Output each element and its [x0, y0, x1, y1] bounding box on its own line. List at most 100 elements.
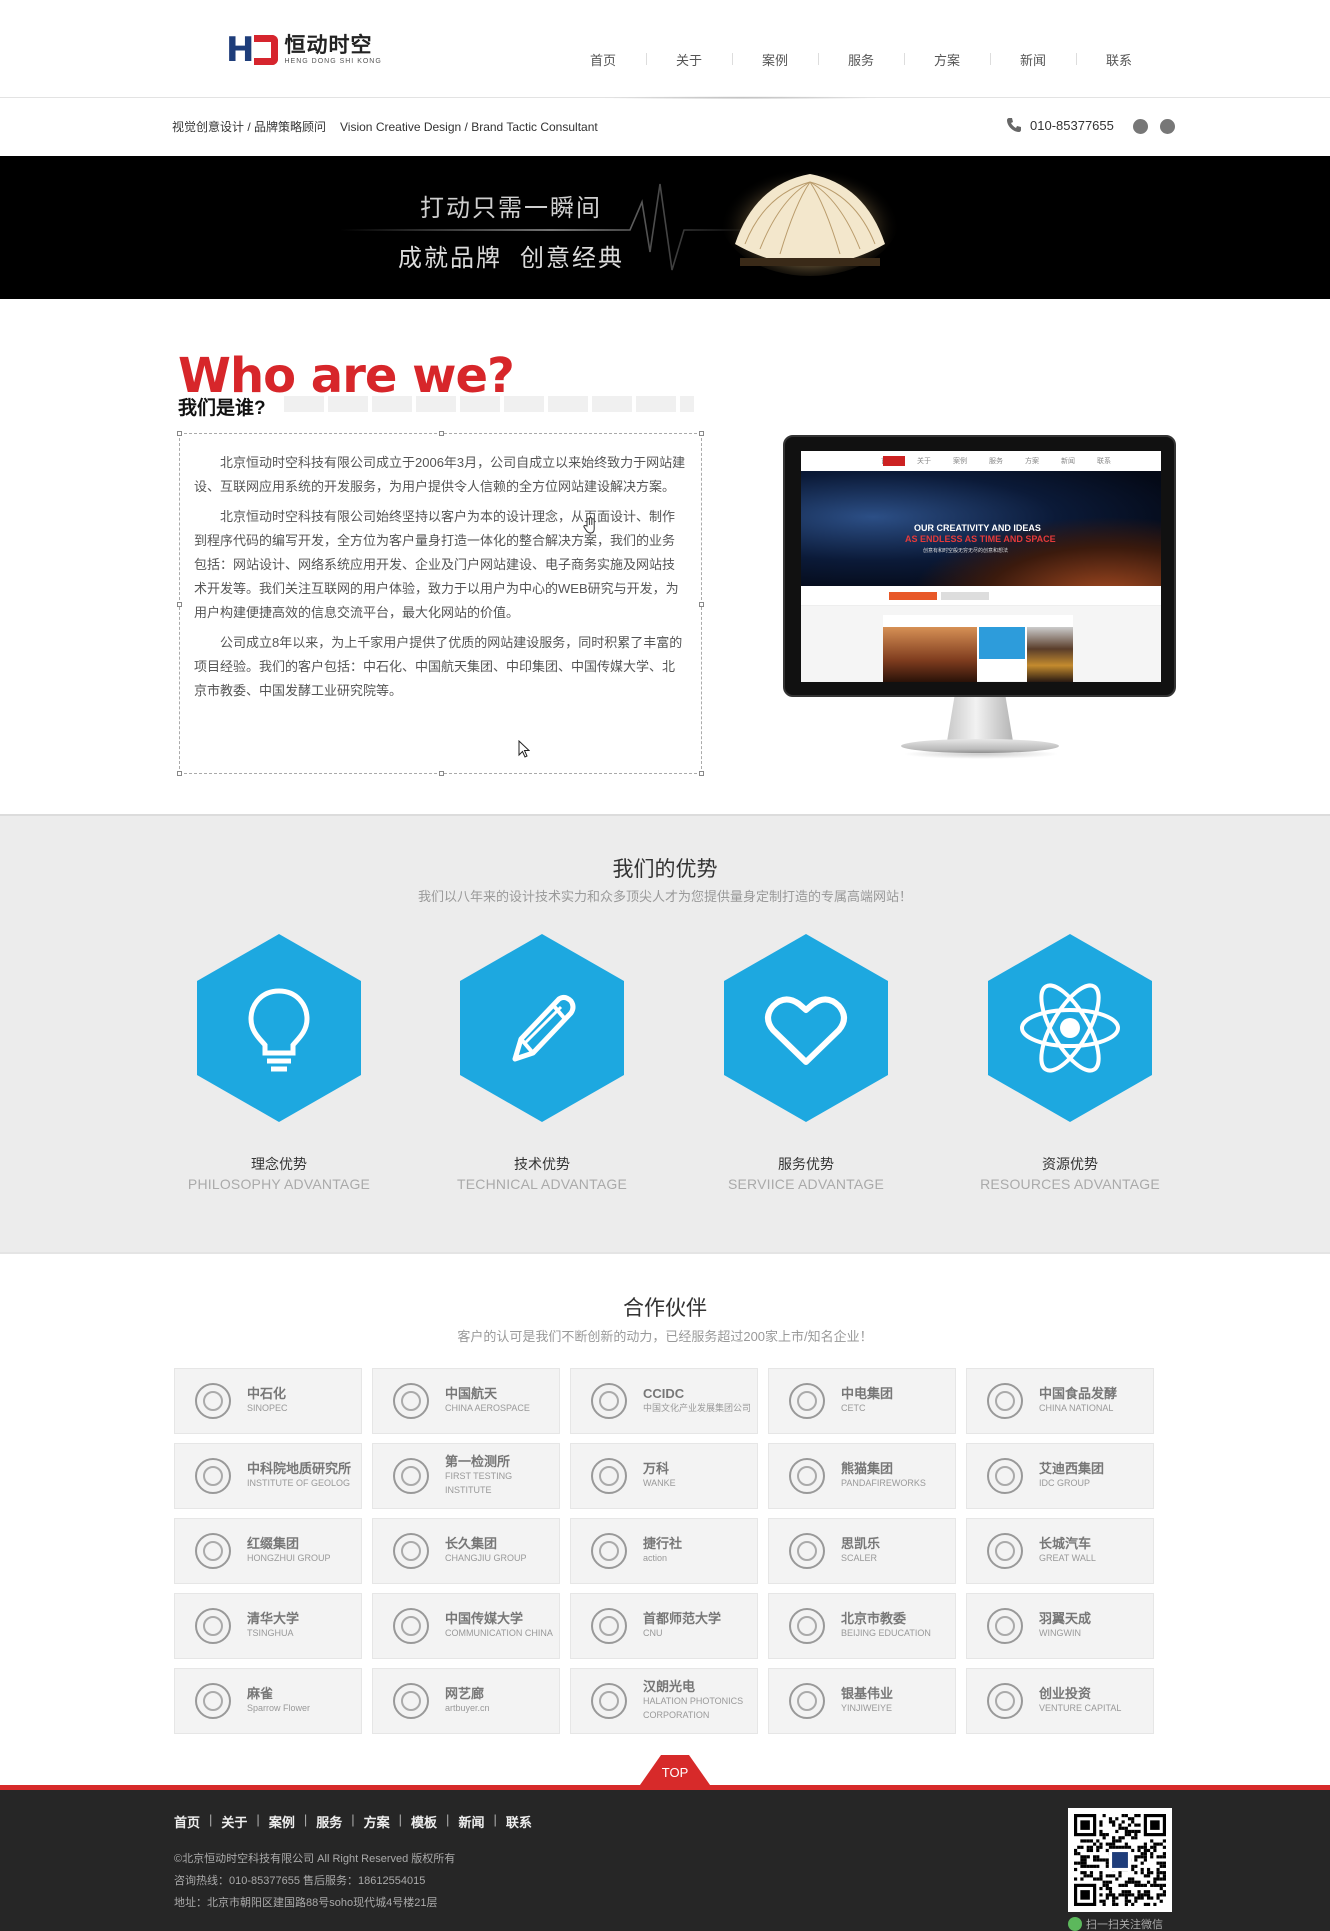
nav-about[interactable]: 关于 — [646, 50, 732, 69]
partner-emblem-icon — [583, 1377, 635, 1425]
partner-logo-card[interactable]: CCIDC 中国文化产业发展集团公司 — [570, 1368, 758, 1434]
partner-logo-card[interactable]: 北京市教委 BEIJING EDUCATION — [768, 1593, 956, 1659]
hotline: 咨询热线：010-85377655 售后服务：18612554015 — [174, 1875, 426, 1887]
partner-name: 中国航天 — [445, 1386, 498, 1401]
advantage-service[interactable]: 服务优势 SERVIICE ADVANTAGE — [706, 934, 906, 1192]
partner-logo-card[interactable]: 中科院地质研究所 INSTITUTE OF GEOLOG — [174, 1443, 362, 1509]
phone-number: 010-85377655 — [1006, 117, 1114, 133]
sub-bar: 视觉创意设计 / 品牌策略顾问 Vision Creative Design / … — [0, 99, 1330, 156]
partner-emblem-icon — [187, 1452, 239, 1500]
partner-emblem-icon — [781, 1677, 833, 1725]
partner-name-en: HALATION PHOTONICS CORPORATION — [643, 1696, 744, 1720]
partner-logo-card[interactable]: 中国食品发酵 CHINA NATIONAL — [966, 1368, 1154, 1434]
nav-home[interactable]: 首页 — [560, 50, 646, 69]
partner-name-en: INSTITUTE OF GEOLOG — [247, 1478, 351, 1488]
partner-emblem-icon — [781, 1602, 833, 1650]
partner-emblem-icon — [385, 1452, 437, 1500]
advantage-technical[interactable]: 技术优势 TECHNICAL ADVANTAGE — [442, 934, 642, 1192]
footer-link-contact[interactable]: 联系 — [506, 1812, 532, 1831]
nav-services[interactable]: 服务 — [818, 50, 904, 69]
footer-link-cases[interactable]: 案例 — [269, 1812, 295, 1831]
partner-emblem-icon — [583, 1677, 635, 1725]
logo-name: 恒动时空 — [284, 33, 373, 57]
partner-emblem-icon — [187, 1677, 239, 1725]
partner-logo-card[interactable]: 艾迪西集团 IDC GROUP — [966, 1443, 1154, 1509]
footer-link-about[interactable]: 关于 — [221, 1812, 247, 1831]
atom-icon — [1020, 983, 1120, 1073]
banner-headline: 打动只需一瞬间 — [420, 195, 602, 222]
site-footer: 首页 | 关于 | 案例 | 服务 | 方案 | 模板 | 新闻 | 联系 ©北京恒动时空科技… — [0, 1785, 1330, 1931]
partner-name: 首都师范大学 — [643, 1611, 722, 1626]
about-paragraph: 北京恒动时空科技有限公司成立于2006年3月，公司自成立以来始终致力于网站建设、… — [194, 455, 686, 494]
partner-name: 中科院地质研究所 — [247, 1461, 352, 1476]
advantage-resources[interactable]: 资源优势 RESOURCES ADVANTAGE — [970, 934, 1170, 1192]
partner-emblem-icon — [385, 1602, 437, 1650]
footer-link-templates[interactable]: 模板 — [411, 1812, 437, 1831]
partner-name-en: CNU — [643, 1628, 663, 1638]
partner-logo-card[interactable]: 羽翼天成 WINGWIN — [966, 1593, 1154, 1659]
partner-logo-card[interactable]: 中石化 SINOPEC — [174, 1368, 362, 1434]
partner-logo-card[interactable]: 首都师范大学 CNU — [570, 1593, 758, 1659]
banner-tagline: 成就品牌 创意经典 — [398, 245, 624, 272]
footer-link-services[interactable]: 服务 — [316, 1812, 342, 1831]
preview-car-image — [883, 627, 977, 682]
weibo-icon[interactable] — [1133, 119, 1148, 134]
slogan: 视觉创意设计 / 品牌策略顾问 Vision Creative Design / … — [172, 118, 598, 135]
partner-name-en: SCALER — [841, 1553, 878, 1563]
nav-news[interactable]: 新闻 — [990, 50, 1076, 69]
lightbulb-icon — [248, 988, 310, 1072]
advantage-philosophy[interactable]: 理念优势 PHILOSOPHY ADVANTAGE — [179, 934, 379, 1192]
partner-name-en: PANDAFIREWORKS — [841, 1478, 926, 1488]
partner-logo-card[interactable]: 网艺廊 artbuyer.cn — [372, 1668, 560, 1734]
partner-name: 红缀集团 — [247, 1536, 300, 1551]
nav-contact[interactable]: 联系 — [1076, 50, 1162, 69]
partner-logo-card[interactable]: 中国传媒大学 COMMUNICATION CHINA — [372, 1593, 560, 1659]
partner-name: 中国传媒大学 — [445, 1611, 524, 1626]
partner-logo-card[interactable]: 长久集团 CHANGJIU GROUP — [372, 1518, 560, 1584]
partner-logo-card[interactable]: 中国航天 CHINA AEROSPACE — [372, 1368, 560, 1434]
partner-name: 思凯乐 — [841, 1536, 881, 1551]
phone-text: 010-85377655 — [1030, 117, 1114, 133]
logo[interactable]: H 恒动时空 HENG DONG SHI KONG — [226, 33, 382, 67]
partner-logo-card[interactable]: 银基伟业 YINJIWEIYE — [768, 1668, 956, 1734]
partner-name-en: BEIJING EDUCATION — [841, 1628, 931, 1638]
partner-logo-card[interactable]: 汉朗光电 HALATION PHOTONICS CORPORATION — [570, 1668, 758, 1734]
partner-logo-card[interactable]: 熊猫集团 PANDAFIREWORKS — [768, 1443, 956, 1509]
nav-solutions[interactable]: 方案 — [904, 50, 990, 69]
preview-logo — [883, 456, 905, 466]
partner-name-en: Sparrow Flower — [247, 1703, 311, 1713]
partner-emblem-icon — [583, 1602, 635, 1650]
footer-link-news[interactable]: 新闻 — [458, 1812, 484, 1831]
partner-logo-card[interactable]: 长城汽车 GREAT WALL — [966, 1518, 1154, 1584]
partner-logo-card[interactable]: 清华大学 TSINGHUA — [174, 1593, 362, 1659]
partner-emblem-icon — [385, 1377, 437, 1425]
partner-logo-card[interactable]: 中电集团 CETC — [768, 1368, 956, 1434]
hexagon-badge — [724, 934, 888, 1122]
partner-name: 麻雀 — [247, 1686, 274, 1701]
about-section: Who are we? 我们是谁? 北京恒动时空科技有限公司成立于2006年3月… — [0, 299, 1330, 814]
partner-emblem-icon — [583, 1527, 635, 1575]
camera-icon[interactable] — [1160, 119, 1175, 134]
partner-name-en: CHANGJIU GROUP — [445, 1553, 527, 1563]
partner-name-en: action — [643, 1553, 668, 1563]
partner-name-en: GREAT WALL — [1039, 1553, 1096, 1563]
partner-logo-card[interactable]: 红缀集团 HONGZHUI GROUP — [174, 1518, 362, 1584]
footer-link-home[interactable]: 首页 — [174, 1812, 200, 1831]
footer-link-solutions[interactable]: 方案 — [364, 1812, 390, 1831]
partner-logo-card[interactable]: 万科 WANKE — [570, 1443, 758, 1509]
partner-emblem-icon — [979, 1527, 1031, 1575]
partner-emblem-icon — [979, 1377, 1031, 1425]
partner-name-en: IDC GROUP — [1039, 1478, 1091, 1488]
partner-logo-card[interactable]: 第一检测所 FIRST TESTING INSTITUTE — [372, 1443, 560, 1509]
partner-name: 捷行社 — [643, 1536, 683, 1551]
nav-cases[interactable]: 案例 — [732, 50, 818, 69]
banner-art — [340, 156, 900, 276]
partner-logo-card[interactable]: 创业投资 VENTURE CAPITAL — [966, 1668, 1154, 1734]
partner-name-en: CHINA NATIONAL — [1039, 1403, 1114, 1413]
partner-logo-card[interactable]: 捷行社 action — [570, 1518, 758, 1584]
wechat-qr-code — [1068, 1808, 1172, 1912]
partner-name: CCIDC — [643, 1386, 685, 1401]
partner-logo-card[interactable]: 麻雀 Sparrow Flower — [174, 1668, 362, 1734]
slogan-en: Vision Creative Design / Brand Tactic Co… — [340, 120, 598, 134]
partner-logo-card[interactable]: 思凯乐 SCALER — [768, 1518, 956, 1584]
